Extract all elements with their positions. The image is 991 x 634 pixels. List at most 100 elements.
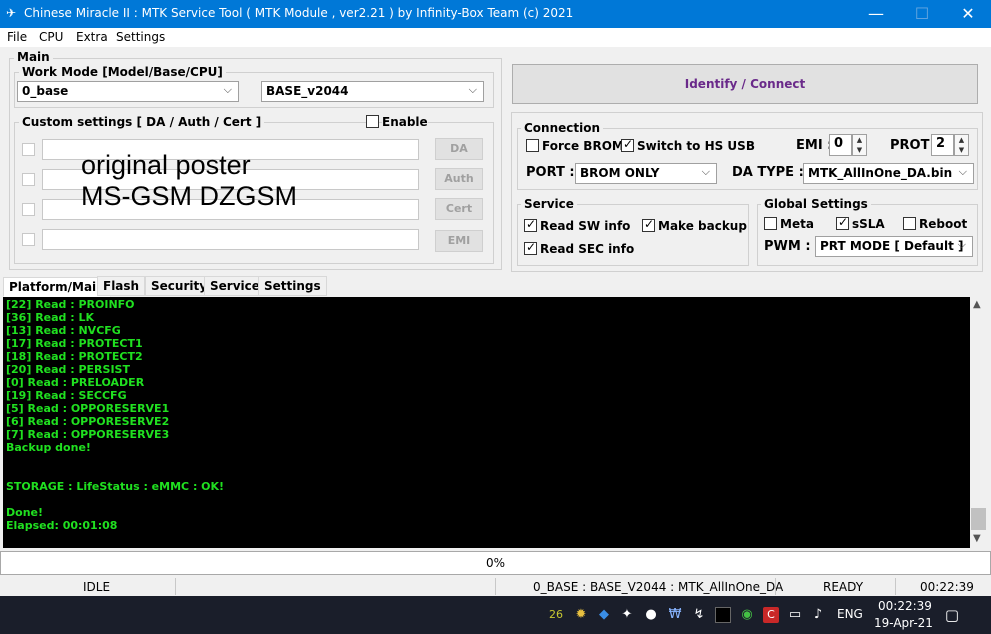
log-line: [5] Read : OPPORESERVE1: [6, 402, 170, 415]
tray-clock-date[interactable]: 19-Apr-21: [874, 616, 933, 630]
close-button[interactable]: ✕: [945, 0, 991, 28]
progress-bar: 0%: [0, 551, 991, 575]
auth-button[interactable]: Auth: [435, 168, 483, 190]
log-line: [7] Read : OPPORESERVE3: [6, 428, 170, 441]
da-type-select-value: MTK_AllInOne_DA.bin: [808, 166, 953, 180]
chevron-down-icon: ⌵: [223, 83, 232, 96]
work-mode-label: Work Mode [Model/Base/CPU]: [19, 65, 226, 79]
minimize-button[interactable]: —: [853, 0, 899, 28]
maximize-button[interactable]: ☐: [899, 0, 945, 28]
tray-shield-icon[interactable]: ◆: [596, 607, 612, 623]
identify-connect-button[interactable]: Identify / Connect: [512, 64, 978, 104]
watermark-line-1: original poster: [81, 150, 251, 180]
emi-path-field[interactable]: [42, 229, 419, 250]
model-select-value: 0_base: [22, 84, 69, 98]
ssla-checkbox[interactable]: [836, 215, 849, 230]
tray-sun-icon[interactable]: ✹: [573, 607, 589, 623]
base-select[interactable]: BASE_v2044 ⌵: [261, 81, 484, 102]
base-select-value: BASE_v2044: [266, 84, 349, 98]
log-console[interactable]: [22] Read : PROINFO [36] Read : LK [13] Re…: [3, 297, 970, 548]
scroll-down-icon[interactable]: ▼: [973, 533, 981, 544]
tray-speaker-icon[interactable]: ♪: [810, 607, 826, 623]
status-state: IDLE: [83, 580, 111, 594]
menu-extra[interactable]: Extra: [76, 30, 108, 44]
tray-audio-icon[interactable]: ₩: [667, 607, 683, 623]
cert-button[interactable]: Cert: [435, 198, 483, 220]
service-group: [517, 204, 749, 266]
read-sw-info-label: Read SW info: [540, 219, 631, 233]
da-checkbox[interactable]: [22, 143, 35, 156]
da-button[interactable]: DA: [435, 138, 483, 160]
tab-settings[interactable]: Settings: [258, 276, 327, 296]
tray-usb-icon[interactable]: ↯: [691, 607, 707, 623]
status-divider: [175, 578, 176, 595]
tab-security[interactable]: Security: [145, 276, 214, 296]
scroll-thumb[interactable]: [971, 508, 986, 530]
menu-bar: File CPU Extra Settings: [0, 28, 991, 47]
chevron-down-icon: ⌵: [701, 165, 710, 178]
emi-spinner[interactable]: 0 ▲ ▼: [829, 134, 867, 156]
switch-hs-usb-checkbox[interactable]: [621, 137, 634, 152]
enable-checkbox[interactable]: [366, 115, 379, 128]
spinner-arrows-icon[interactable]: ▲ ▼: [954, 134, 969, 156]
pwm-label: PWM :: [764, 239, 811, 254]
model-select[interactable]: 0_base ⌵: [17, 81, 239, 102]
watermark-text: original poster MS-GSM DZGSM: [81, 150, 297, 212]
tray-window-icon[interactable]: [715, 607, 731, 623]
read-sw-info-checkbox[interactable]: [524, 217, 537, 232]
pwm-select-value: PRT MODE [ Default ]: [820, 239, 964, 253]
tray-app-icon[interactable]: C: [763, 607, 779, 623]
make-backup-checkbox[interactable]: [642, 217, 655, 232]
custom-settings-label: Custom settings [ DA / Auth / Cert ]: [19, 115, 265, 129]
log-line: [0] Read : PRELOADER: [6, 376, 145, 389]
reboot-label: Reboot: [919, 217, 968, 231]
read-sec-info-checkbox[interactable]: [524, 240, 537, 255]
emi-button[interactable]: EMI: [435, 230, 483, 252]
tray-bluetooth-icon[interactable]: ✦: [619, 607, 635, 623]
notification-icon[interactable]: ▢: [944, 607, 960, 623]
tab-platform-main[interactable]: Platform/Main: [3, 277, 111, 297]
menu-file[interactable]: File: [7, 30, 27, 44]
tab-service[interactable]: Service: [204, 276, 266, 296]
port-select[interactable]: BROM ONLY ⌵: [575, 163, 717, 184]
tray-clock-time[interactable]: 00:22:39: [878, 599, 932, 613]
chevron-down-icon: ⌵: [958, 165, 967, 178]
scroll-up-icon[interactable]: ▲: [973, 299, 981, 310]
auth-checkbox[interactable]: [22, 173, 35, 186]
emi-checkbox[interactable]: [22, 233, 35, 246]
tray-language[interactable]: ENG: [837, 607, 863, 621]
tray-display-icon[interactable]: ▭: [787, 607, 803, 623]
switch-hs-usb-label: Switch to HS USB: [637, 139, 755, 153]
spinner-arrows-icon[interactable]: ▲ ▼: [852, 134, 867, 156]
cert-checkbox[interactable]: [22, 203, 35, 216]
da-type-label: DA TYPE :: [732, 165, 804, 180]
ssla-label: sSLA: [852, 217, 885, 231]
meta-checkbox[interactable]: [764, 217, 777, 230]
tab-flash[interactable]: Flash: [97, 276, 146, 296]
menu-cpu[interactable]: CPU: [39, 30, 63, 44]
watermark-line-2: MS-GSM DZGSM: [81, 181, 297, 211]
log-line: Backup done!: [6, 441, 91, 454]
tray-drop-icon[interactable]: ●: [643, 607, 659, 623]
log-line: Elapsed: 00:01:08: [6, 519, 118, 532]
port-select-value: BROM ONLY: [580, 166, 660, 180]
log-line: Done!: [6, 506, 43, 519]
force-brom-checkbox[interactable]: [526, 139, 539, 152]
tray-network-icon[interactable]: ◉: [739, 607, 755, 623]
main-group-label: Main: [14, 50, 53, 64]
prot-spinner[interactable]: 2 ▲ ▼: [931, 134, 969, 156]
tray-badge[interactable]: 26: [546, 607, 566, 623]
chevron-down-icon: ⌵: [468, 83, 477, 96]
log-scrollbar[interactable]: ▲ ▼: [970, 297, 987, 548]
status-divider: [495, 578, 496, 595]
da-type-select[interactable]: MTK_AllInOne_DA.bin ⌵: [803, 163, 974, 184]
connection-label: Connection: [521, 121, 604, 135]
reboot-checkbox[interactable]: [903, 217, 916, 230]
status-time: 00:22:39: [920, 580, 974, 594]
global-settings-label: Global Settings: [761, 197, 871, 211]
pwm-select[interactable]: PRT MODE [ Default ] ⌵: [815, 236, 973, 257]
service-label: Service: [521, 197, 577, 211]
menu-settings[interactable]: Settings: [116, 30, 165, 44]
